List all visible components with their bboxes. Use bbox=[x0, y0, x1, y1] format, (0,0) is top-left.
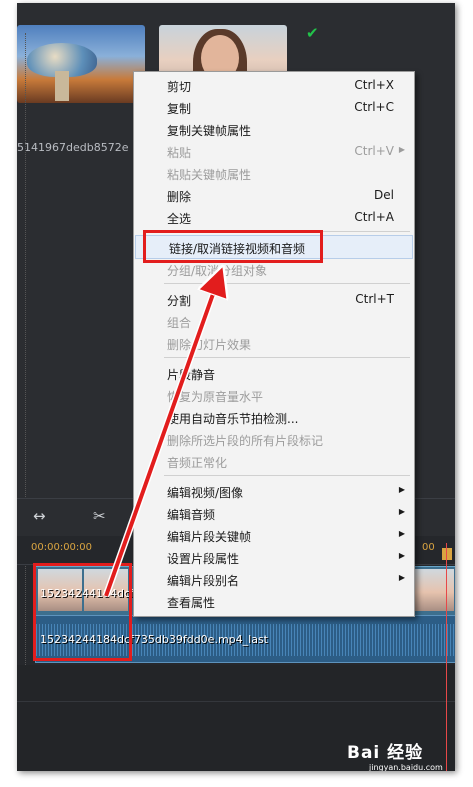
menu-separator bbox=[164, 357, 410, 358]
chevron-right-icon: ▶ bbox=[398, 485, 405, 494]
video-frame-thumb bbox=[410, 569, 454, 611]
menu-item-normalize-audio: 音频正常化 bbox=[134, 450, 414, 472]
menu-item-label: 设置片段属性 bbox=[167, 552, 240, 566]
menu-item-label: 复制关键帧属性 bbox=[167, 124, 252, 138]
menu-item-label: 恢复为原音量水平 bbox=[167, 390, 264, 404]
menu-item-label: 全选 bbox=[167, 212, 192, 226]
menu-item-copy-keyframes[interactable]: 复制关键帧属性 bbox=[134, 118, 414, 140]
menu-item-remove-markers: 删除所选片段的所有片段标记 bbox=[134, 428, 414, 450]
menu-item-clip-alias[interactable]: 编辑片段别名 ▶ bbox=[134, 568, 414, 590]
menu-item-label: 使用自动音乐节拍检测... bbox=[167, 412, 299, 426]
menu-item-remove-slideshow: 删除幻灯片效果 bbox=[134, 332, 414, 354]
menu-item-edit-video-image[interactable]: 编辑视频/图像 ▶ bbox=[134, 480, 414, 502]
chevron-right-icon: ▶ bbox=[398, 551, 405, 560]
menu-item-combine: 组合 bbox=[134, 310, 414, 332]
menu-item-beat-detection[interactable]: 使用自动音乐节拍检测... bbox=[134, 406, 414, 428]
thumbnail-art-stem bbox=[55, 71, 69, 101]
panel-divider bbox=[25, 33, 32, 733]
menu-item-label: 删除所选片段的所有片段标记 bbox=[167, 434, 324, 448]
menu-item-shortcut: Ctrl+A bbox=[354, 210, 394, 224]
menu-item-cut[interactable]: 剪切 Ctrl+X bbox=[134, 74, 414, 96]
track-divider bbox=[17, 701, 455, 702]
menu-item-label: 组合 bbox=[167, 316, 192, 330]
split-audio-icon[interactable]: ↔ bbox=[33, 507, 46, 525]
menu-separator bbox=[164, 475, 410, 476]
menu-item-label: 粘贴 bbox=[167, 146, 192, 160]
menu-item-shortcut: Ctrl+C bbox=[354, 100, 394, 114]
media-clip-name: 5141967dedb8572e bbox=[17, 141, 129, 154]
watermark-logo: Bai 经验 bbox=[347, 743, 424, 763]
media-thumbnail-landscape[interactable] bbox=[17, 25, 145, 103]
menu-item-paste-keyframes: 粘贴关键帧属性 bbox=[134, 162, 414, 184]
menu-item-label: 片段静音 bbox=[167, 368, 216, 382]
ruler-end-time: 00 bbox=[422, 542, 435, 553]
ruler-start-time: 00:00:00:00 bbox=[31, 542, 93, 553]
menu-separator bbox=[164, 283, 410, 284]
menu-item-label: 查看属性 bbox=[167, 596, 216, 610]
annotation-box-menu-item bbox=[143, 230, 323, 263]
menu-item-mute-clip[interactable]: 片段静音 bbox=[134, 362, 414, 384]
menu-item-clip-properties[interactable]: 设置片段属性 ▶ bbox=[134, 546, 414, 568]
menu-item-label: 分割 bbox=[167, 294, 192, 308]
menu-item-label: 粘贴关键帧属性 bbox=[167, 168, 252, 182]
chevron-right-icon: ▶ bbox=[398, 507, 405, 516]
menu-item-paste: 粘贴 Ctrl+V ▶ bbox=[134, 140, 414, 162]
menu-item-label: 分组/取消分组对象 bbox=[167, 264, 268, 278]
menu-item-view-properties[interactable]: 查看属性 bbox=[134, 590, 414, 612]
menu-item-label: 编辑视频/图像 bbox=[167, 486, 244, 500]
watermark-url: jingyan.baidu.com bbox=[369, 763, 443, 771]
context-menu: 剪切 Ctrl+X 复制 Ctrl+C 复制关键帧属性 粘贴 Ctrl+V ▶ … bbox=[133, 71, 415, 617]
chevron-right-icon: ▶ bbox=[398, 573, 405, 582]
menu-item-copy[interactable]: 复制 Ctrl+C bbox=[134, 96, 414, 118]
menu-item-restore-volume: 恢复为原音量水平 bbox=[134, 384, 414, 406]
scissors-icon[interactable]: ✂ bbox=[93, 507, 106, 525]
menu-item-label: 复制 bbox=[167, 102, 192, 116]
menu-item-shortcut: Ctrl+T bbox=[355, 292, 394, 306]
menu-item-label: 删除 bbox=[167, 190, 192, 204]
menu-item-label: 剪切 bbox=[167, 80, 192, 94]
menu-item-delete[interactable]: 删除 Del bbox=[134, 184, 414, 206]
menu-item-shortcut: Ctrl+X bbox=[354, 78, 394, 92]
menu-item-edit-keyframes[interactable]: 编辑片段关键帧 ▶ bbox=[134, 524, 414, 546]
menu-item-label: 删除幻灯片效果 bbox=[167, 338, 252, 352]
menu-item-select-all[interactable]: 全选 Ctrl+A bbox=[134, 206, 414, 228]
menu-item-split[interactable]: 分割 Ctrl+T bbox=[134, 288, 414, 310]
menu-item-shortcut: Ctrl+V bbox=[354, 144, 394, 158]
playhead[interactable] bbox=[446, 543, 447, 771]
menu-item-shortcut: Del bbox=[374, 188, 394, 202]
menu-item-label: 音频正常化 bbox=[167, 456, 228, 470]
menu-item-label: 编辑片段别名 bbox=[167, 574, 240, 588]
chevron-right-icon: ▶ bbox=[398, 145, 405, 154]
annotation-box-clip bbox=[33, 563, 132, 661]
timeline-marker-icon[interactable] bbox=[442, 548, 452, 560]
chevron-right-icon: ▶ bbox=[398, 529, 405, 538]
menu-item-label: 编辑片段关键帧 bbox=[167, 530, 252, 544]
check-icon: ✔ bbox=[306, 24, 319, 42]
menu-item-label: 编辑音频 bbox=[167, 508, 216, 522]
menu-item-edit-audio[interactable]: 编辑音频 ▶ bbox=[134, 502, 414, 524]
